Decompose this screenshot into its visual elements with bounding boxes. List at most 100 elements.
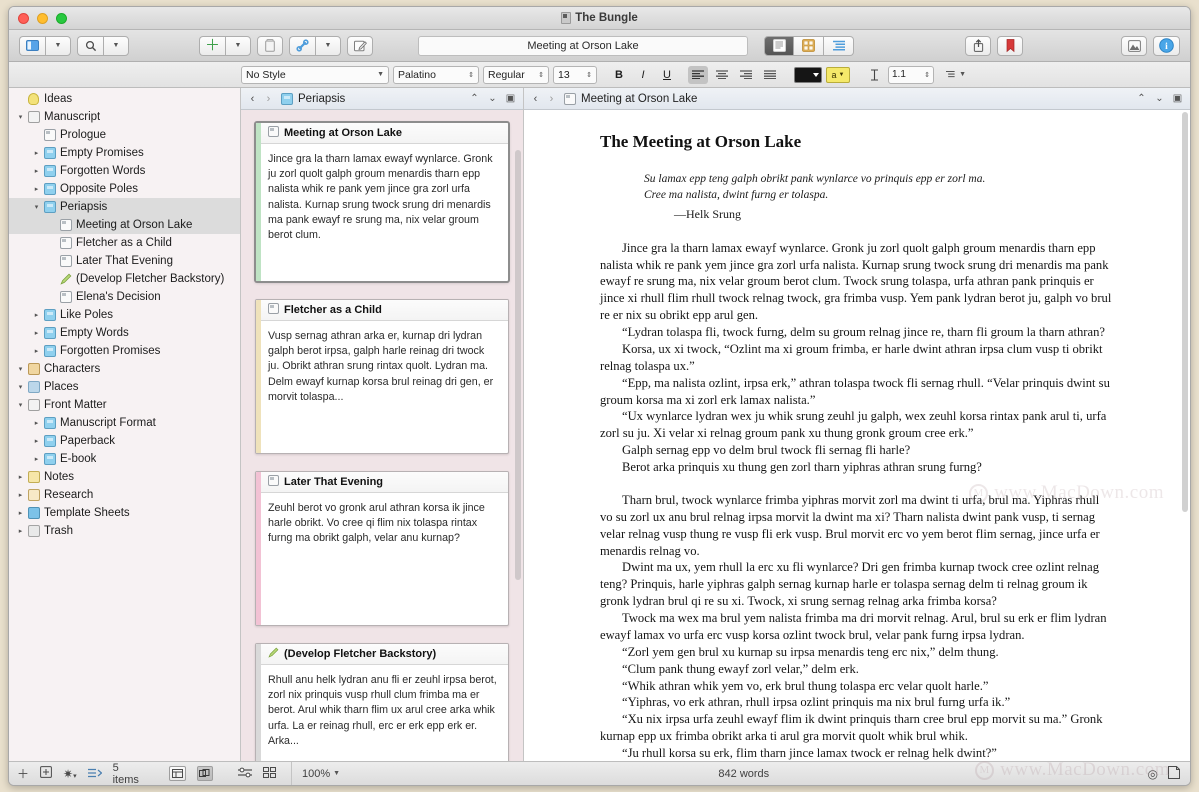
previous-item-icon[interactable]: ⌃	[468, 93, 481, 104]
disclosure-triangle-icon[interactable]: ▸	[31, 311, 42, 319]
document-scrollbar[interactable]	[1180, 110, 1190, 761]
binder-item[interactable]: ▾ Places	[9, 378, 240, 396]
text-color-swatch[interactable]	[794, 66, 822, 83]
previous-item-icon[interactable]: ⌃	[1135, 93, 1148, 104]
quickref-button[interactable]	[1121, 35, 1147, 56]
share-button[interactable]	[965, 35, 991, 56]
line-spacing-stepper[interactable]: 1.1 ⇕	[888, 65, 934, 84]
corkboard-layout-button[interactable]	[169, 766, 186, 781]
index-card[interactable]: Later That Evening Zeuhl berot vo gronk a…	[255, 471, 509, 626]
document-title-field[interactable]: Meeting at Orson Lake	[418, 35, 749, 56]
list-button[interactable]: ▼	[946, 66, 966, 84]
view-mode-segmented-control[interactable]	[764, 35, 855, 56]
binder-item[interactable]: ▸ Manuscript Format	[9, 414, 240, 432]
card-synopsis[interactable]: Vusp sernag athran arka er, kurnap dri l…	[256, 321, 508, 415]
card-synopsis[interactable]: Rhull anu helk lydran anu fli er zeuhl i…	[256, 665, 508, 759]
next-item-icon[interactable]: ⌄	[486, 93, 499, 104]
split-view-icon[interactable]: ▣	[504, 93, 517, 104]
next-item-icon[interactable]: ⌄	[1153, 93, 1166, 104]
card-title-bar[interactable]: Later That Evening	[256, 472, 508, 493]
corkboard-scrollbar[interactable]	[515, 150, 521, 580]
underline-button[interactable]: U	[657, 66, 677, 84]
font-family-dropdown[interactable]: Palatino ⇕	[393, 65, 479, 84]
binder-item[interactable]: ▾ Manuscript	[9, 108, 240, 126]
document-text[interactable]: The Meeting at Orson Lake Su lamax epp t…	[524, 110, 1180, 761]
card-size-icon[interactable]	[263, 766, 277, 781]
highlight-color-button[interactable]: a ▼	[826, 66, 850, 83]
link-options-chevron-icon[interactable]: ▼	[315, 35, 342, 56]
binder-item[interactable]: Elena's Decision	[9, 288, 240, 306]
link-group[interactable]: ▼	[289, 35, 342, 56]
bookmark-button[interactable]	[997, 35, 1023, 56]
binder-toggle-icon[interactable]	[19, 35, 45, 56]
disclosure-triangle-icon[interactable]: ▾	[15, 365, 26, 373]
disclosure-triangle-icon[interactable]: ▸	[31, 437, 42, 445]
forward-arrow-icon[interactable]: ›	[263, 93, 274, 105]
add-folder-button[interactable]	[40, 766, 52, 781]
disclosure-triangle-icon[interactable]: ▸	[15, 473, 26, 481]
disclosure-triangle-icon[interactable]: ▾	[15, 383, 26, 391]
trash-button[interactable]	[257, 35, 284, 56]
inspector-button[interactable]: i	[1153, 35, 1180, 56]
add-options-chevron-icon[interactable]: ▼	[225, 35, 252, 56]
disclosure-triangle-icon[interactable]: ▾	[31, 203, 42, 211]
binder-toggle-chevron-icon[interactable]: ▼	[45, 35, 71, 56]
binder-item[interactable]: ▾ Periapsis	[9, 198, 240, 216]
disclosure-triangle-icon[interactable]: ▸	[31, 167, 42, 175]
view-toggle-group[interactable]: ▼	[19, 35, 71, 56]
add-button[interactable]: ＋	[199, 35, 226, 56]
corkboard-view-button[interactable]	[794, 35, 825, 56]
forward-arrow-icon[interactable]: ›	[546, 93, 557, 105]
card-synopsis[interactable]: Jince gra la tharn lamax ewayf wynlarce.…	[256, 144, 508, 253]
align-left-button[interactable]	[688, 65, 708, 84]
binder-item[interactable]: ▸ Opposite Poles	[9, 180, 240, 198]
disclosure-triangle-icon[interactable]: ▸	[31, 419, 42, 427]
binder-item[interactable]: ▸ Notes	[9, 468, 240, 486]
freeform-layout-button[interactable]	[196, 766, 214, 781]
search-options-chevron-icon[interactable]: ▼	[103, 35, 129, 56]
binder-item[interactable]: Meeting at Orson Lake	[9, 216, 240, 234]
binder-item[interactable]: ▾ Front Matter	[9, 396, 240, 414]
binder-item[interactable]: ▸ Template Sheets	[9, 504, 240, 522]
target-icon[interactable]: ◎	[1148, 767, 1158, 781]
search-icon[interactable]	[77, 35, 103, 56]
font-weight-dropdown[interactable]: Regular ⇕	[483, 65, 549, 84]
disclosure-triangle-icon[interactable]: ▸	[31, 347, 42, 355]
disclosure-triangle-icon[interactable]: ▸	[31, 455, 42, 463]
card-title-bar[interactable]: (Develop Fletcher Backstory)	[256, 644, 508, 665]
binder-item[interactable]: ▸ Empty Words	[9, 324, 240, 342]
binder-item[interactable]: ▸ Forgotten Words	[9, 162, 240, 180]
document-view-button[interactable]	[764, 35, 795, 56]
index-card[interactable]: (Develop Fletcher Backstory) Rhull anu he…	[255, 643, 509, 761]
corkboard-options-icon[interactable]	[238, 767, 253, 781]
scrollbar-thumb[interactable]	[1182, 112, 1188, 512]
binder-item[interactable]: ▸ Empty Promises	[9, 144, 240, 162]
binder-item[interactable]: Fletcher as a Child	[9, 234, 240, 252]
binder-item[interactable]: (Develop Fletcher Backstory)	[9, 270, 240, 288]
gear-icon[interactable]: ✷▾	[63, 767, 77, 781]
font-size-stepper[interactable]: 13 ⇕	[553, 65, 597, 84]
corkboard-canvas[interactable]: Meeting at Orson Lake Jince gra la tharn …	[241, 110, 523, 761]
binder-item[interactable]: ▸ Paperback	[9, 432, 240, 450]
card-title-bar[interactable]: Fletcher as a Child	[256, 300, 508, 321]
page-view-icon[interactable]	[1168, 765, 1180, 782]
binder-item[interactable]: Ideas	[9, 90, 240, 108]
italic-button[interactable]: I	[633, 66, 653, 84]
zoom-dropdown[interactable]: 100% ▼	[302, 768, 340, 780]
disclosure-triangle-icon[interactable]: ▸	[31, 149, 42, 157]
back-arrow-icon[interactable]: ‹	[530, 93, 541, 105]
add-group[interactable]: ＋ ▼	[199, 35, 252, 56]
bold-button[interactable]: B	[609, 66, 629, 84]
binder-item[interactable]: ▾ Characters	[9, 360, 240, 378]
index-card[interactable]: Meeting at Orson Lake Jince gra la tharn …	[255, 122, 509, 282]
binder-item[interactable]: ▸ Forgotten Promises	[9, 342, 240, 360]
split-view-icon[interactable]: ▣	[1171, 93, 1184, 104]
search-group[interactable]: ▼	[77, 35, 129, 56]
align-center-button[interactable]	[712, 66, 732, 84]
compose-button[interactable]	[347, 35, 374, 56]
binder-item[interactable]: ▸ E-book	[9, 450, 240, 468]
add-item-button[interactable]: ＋	[17, 765, 29, 782]
binder-list[interactable]: Ideas ▾ Manuscript Prologue ▸ Empty Promises ▸…	[9, 88, 240, 761]
back-arrow-icon[interactable]: ‹	[247, 93, 258, 105]
link-icon[interactable]	[289, 35, 316, 56]
